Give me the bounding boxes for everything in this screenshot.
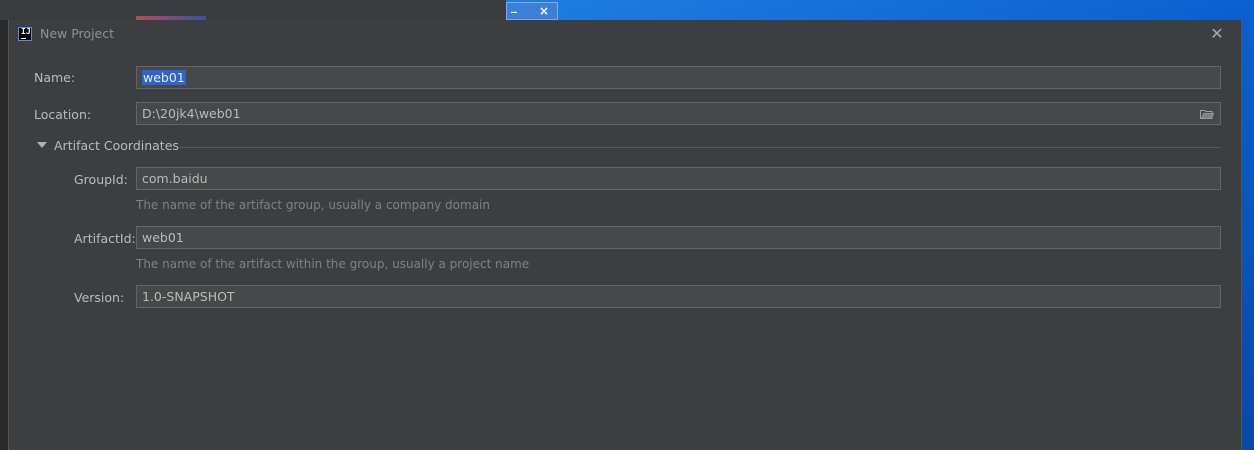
folder-icon[interactable] [1200, 109, 1214, 119]
name-label: Name: [34, 70, 76, 85]
dialog-title: New Project [40, 26, 115, 41]
collapse-triangle-icon[interactable] [37, 140, 47, 150]
location-value: D:\20jk4\web01 [142, 106, 241, 121]
artifactid-input[interactable]: web01 [136, 226, 1221, 249]
artifactid-hint: The name of the artifact within the grou… [136, 257, 530, 271]
screen: _ × IJ New Project ✕ Name: web01 Locatio… [0, 0, 1254, 450]
name-value-selected: web01 [142, 70, 186, 85]
background-ide-strip [0, 0, 506, 20]
location-label: Location: [34, 107, 92, 122]
groupid-value: com.baidu [142, 171, 208, 186]
artifact-coordinates-heading[interactable]: Artifact Coordinates [54, 138, 179, 153]
groupid-hint: The name of the artifact group, usually … [136, 198, 490, 212]
name-input[interactable]: web01 [136, 66, 1221, 89]
close-button[interactable]: ✕ [1207, 24, 1227, 44]
minimize-icon[interactable]: _ [511, 0, 517, 13]
dialog-titlebar[interactable]: IJ New Project ✕ [9, 20, 1241, 48]
version-value: 1.0-SNAPSHOT [142, 289, 235, 304]
intellij-app-icon: IJ [18, 27, 32, 41]
artifactid-value: web01 [142, 230, 184, 245]
location-input[interactable]: D:\20jk4\web01 [136, 102, 1221, 125]
new-project-dialog: IJ New Project ✕ Name: web01 Location: D… [8, 20, 1242, 450]
close-icon[interactable]: × [539, 4, 549, 18]
version-label: Version: [74, 290, 125, 305]
groupid-label: GroupId: [74, 172, 128, 187]
artifactid-label: ArtifactId: [74, 231, 136, 246]
version-input[interactable]: 1.0-SNAPSHOT [136, 285, 1221, 308]
background-window-controls: _ × [506, 0, 558, 20]
groupid-input[interactable]: com.baidu [136, 167, 1221, 190]
section-divider [179, 147, 1221, 148]
